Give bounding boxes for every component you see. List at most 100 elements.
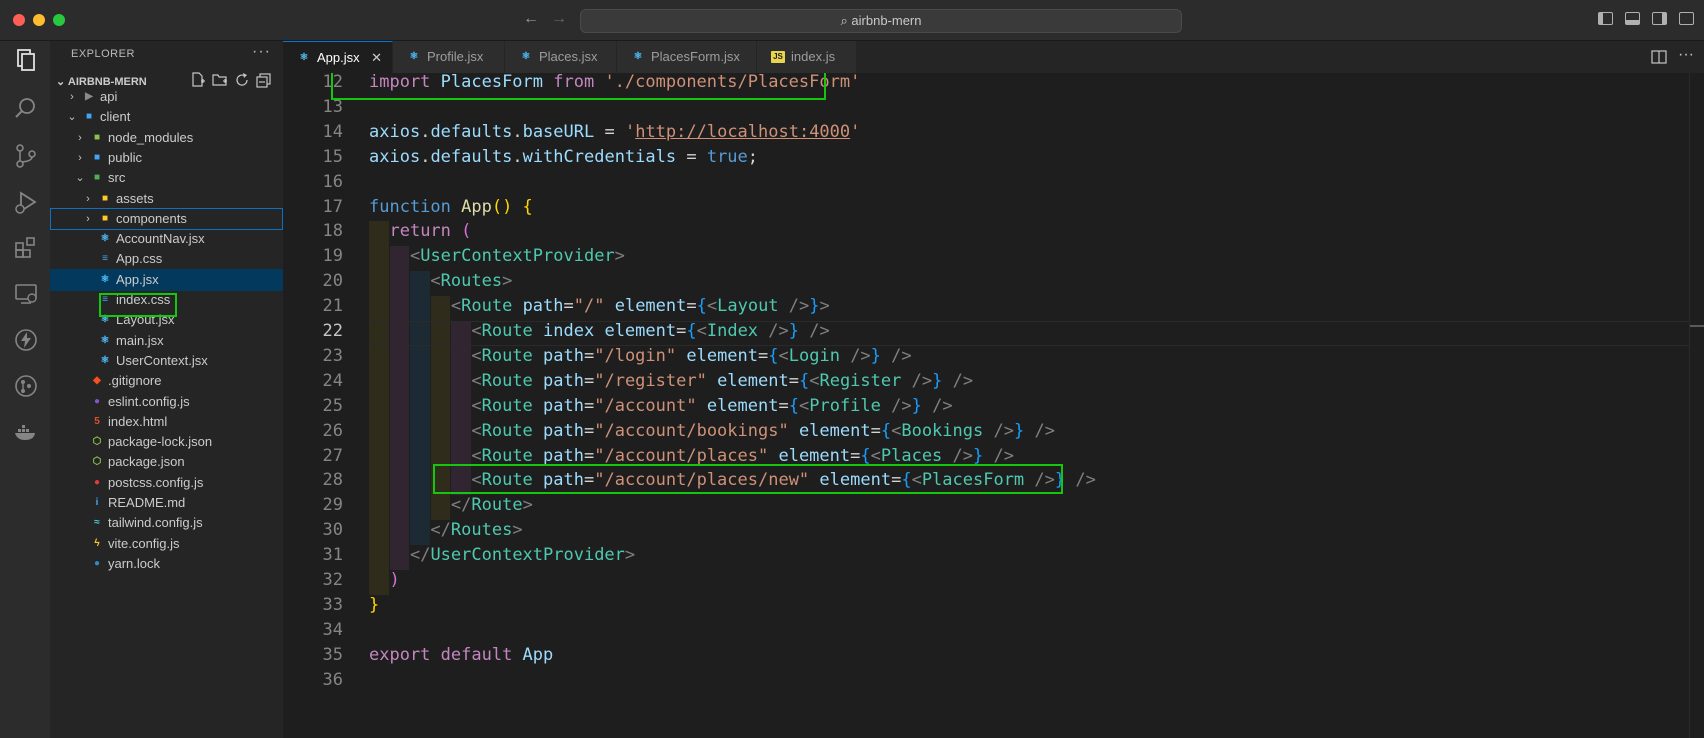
toggle-panel-icon[interactable] xyxy=(1625,12,1640,25)
folder-row[interactable]: › ■ node_modules xyxy=(50,127,283,149)
source-control-icon[interactable] xyxy=(13,143,39,169)
more-actions-icon[interactable]: ··· xyxy=(1678,46,1694,64)
code-token: /> xyxy=(932,395,953,416)
file-row[interactable]: 5 index.html xyxy=(50,411,283,433)
code-token: Route xyxy=(481,445,544,466)
line-number: 16 xyxy=(322,171,343,192)
file-row[interactable]: ⚛ Layout.jsx xyxy=(50,309,283,331)
code-token: < xyxy=(911,470,922,491)
more-actions-icon[interactable]: ··· xyxy=(252,43,271,61)
forward-arrow-icon[interactable]: → xyxy=(551,10,567,28)
code-token: = xyxy=(583,395,595,416)
code-token: defaults xyxy=(430,121,513,142)
line-number: 28 xyxy=(322,470,343,491)
editor-tab[interactable]: ⚛ App.jsx ✕ xyxy=(283,41,393,73)
code-token: { xyxy=(696,296,707,317)
line-number: 31 xyxy=(322,545,343,566)
code-line: <Routes> xyxy=(369,271,512,291)
react-icon: ⚛ xyxy=(409,51,419,62)
editor-scrollbar[interactable] xyxy=(1689,73,1704,738)
file-row[interactable]: ϟ vite.config.js xyxy=(50,533,283,555)
code-token: Routes xyxy=(450,520,513,541)
back-arrow-icon[interactable]: ← xyxy=(523,10,539,28)
file-row[interactable]: ⬡ package-lock.json xyxy=(50,431,283,453)
file-row[interactable]: ≡ index.css xyxy=(50,289,283,311)
docker-icon[interactable] xyxy=(13,419,39,445)
code-token: baseURL xyxy=(522,121,595,142)
tree-item-label: vite.config.js xyxy=(108,535,180,551)
file-row[interactable]: ● eslint.config.js xyxy=(50,391,283,413)
file-row[interactable]: ⚛ AccountNav.jsx xyxy=(50,228,283,250)
search-icon[interactable] xyxy=(13,95,39,121)
zoom-window-button[interactable] xyxy=(53,14,65,26)
folder-row[interactable]: › ■ components xyxy=(50,207,283,230)
code-line: <Route path="/account/places/new" elemen… xyxy=(369,470,1096,490)
file-row[interactable]: ⚛ UserContext.jsx xyxy=(50,350,283,372)
tree-item-label: public xyxy=(108,149,142,165)
git-graph-icon[interactable] xyxy=(13,373,39,399)
code-token: element xyxy=(819,470,892,491)
tree-item-label: package-lock.json xyxy=(108,434,213,450)
file-row[interactable]: ● yarn.lock xyxy=(50,553,283,575)
minimize-window-button[interactable] xyxy=(33,14,45,26)
code-token: } xyxy=(870,345,881,366)
split-editor-icon[interactable] xyxy=(1651,49,1667,65)
search-icon: ⌕ xyxy=(840,13,852,28)
folder-row[interactable]: › ■ assets xyxy=(50,188,283,210)
close-tab-icon[interactable]: ✕ xyxy=(371,42,382,74)
folder-row[interactable]: › ■ public xyxy=(50,147,283,169)
line-number: 12 xyxy=(322,73,343,92)
editor-tab[interactable]: ⚛ Profile.jsx xyxy=(393,41,505,73)
close-window-button[interactable] xyxy=(13,14,25,26)
toggle-primary-sidebar-icon[interactable] xyxy=(1598,12,1613,25)
code-token: export xyxy=(369,644,441,665)
run-debug-icon[interactable] xyxy=(13,189,39,215)
extensions-icon[interactable] xyxy=(13,235,39,261)
tree-item-label: client xyxy=(100,109,131,125)
remote-explorer-icon[interactable] xyxy=(13,281,39,307)
chevron-down-icon: ⌄ xyxy=(67,111,77,124)
code-token: < xyxy=(450,296,462,317)
code-token: "/account/places" xyxy=(594,445,779,466)
file-row[interactable]: ● postcss.config.js xyxy=(50,472,283,494)
file-row[interactable]: i README.md xyxy=(50,492,283,514)
file-row[interactable]: ≈ tailwind.config.js xyxy=(50,512,283,534)
code-token: path xyxy=(543,445,584,466)
file-row[interactable]: ≡ App.css xyxy=(50,248,283,270)
code-token: function xyxy=(369,196,462,217)
file-row[interactable]: ⚛ App.jsx xyxy=(50,268,283,291)
lightning-icon[interactable] xyxy=(13,327,39,353)
code-token: Route xyxy=(461,296,523,317)
code-token: { xyxy=(788,395,799,416)
title-bar: ← → ⌕ airbnb-mern xyxy=(0,0,1704,41)
code-token: > xyxy=(819,296,830,317)
explorer-icon[interactable] xyxy=(13,47,39,73)
customize-layout-icon[interactable] xyxy=(1679,12,1694,25)
file-row[interactable]: ⬡ package.json xyxy=(50,451,283,473)
folder-row[interactable]: › ▶ api xyxy=(50,86,283,108)
code-token: axios xyxy=(369,146,421,167)
editor-tab[interactable]: JS index.js xyxy=(757,41,857,73)
code-token: < xyxy=(471,395,482,416)
folder-row[interactable]: ⌄ ■ src xyxy=(50,167,283,189)
editor-tab[interactable]: ⚛ Places.jsx xyxy=(505,41,617,73)
toggle-secondary-sidebar-icon[interactable] xyxy=(1652,12,1667,25)
editor-tab[interactable]: ⚛ PlacesForm.jsx xyxy=(617,41,757,73)
folder-row[interactable]: ⌄ ■ client xyxy=(50,106,283,128)
tree-item-label: Layout.jsx xyxy=(116,312,175,328)
code-editor[interactable]: 12 import PlacesForm from './components/P… xyxy=(283,73,1704,738)
file-row[interactable]: ◆ .gitignore xyxy=(50,370,283,392)
code-line: <Route index element={<Index />} /> xyxy=(369,321,829,341)
command-center-search[interactable]: ⌕ airbnb-mern xyxy=(580,9,1182,33)
tab-label: Profile.jsx xyxy=(427,49,484,64)
line-number: 18 xyxy=(322,221,343,242)
file-row[interactable]: ⚛ main.jsx xyxy=(50,330,283,352)
line-number: 20 xyxy=(322,271,343,292)
code-token: from xyxy=(553,73,605,92)
folder-client-icon: ■ xyxy=(85,111,93,123)
tailwind-icon: ≈ xyxy=(94,517,100,529)
